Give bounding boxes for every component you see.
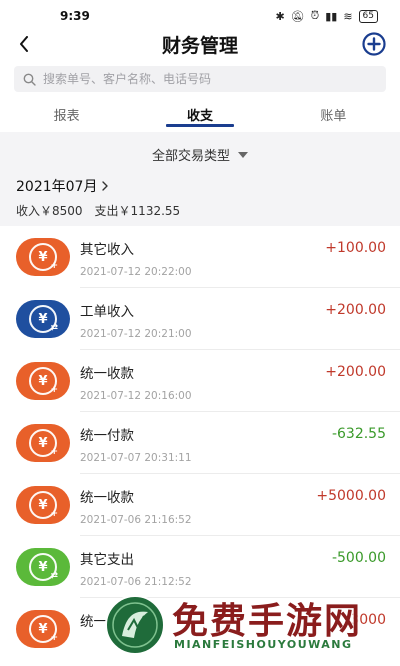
- transaction-list: ¥ + 其它收入 2021-07-12 20:22:00 +100.00 ¥ ⇄ 工…: [0, 226, 400, 660]
- wifi-icon: ≋: [343, 9, 353, 23]
- chevron-left-icon: [20, 36, 28, 52]
- list-item[interactable]: ¥ + 统一付款 2021-07-07 20:31:11 -632.55: [0, 412, 400, 474]
- battery-icon: 65: [358, 9, 378, 23]
- tab-income-expense[interactable]: 收支: [133, 96, 266, 132]
- chevron-right-icon: [102, 181, 109, 191]
- mute-icon: 🔕︎: [290, 9, 305, 23]
- status-icons: ✱ 🔕︎ ⏰︎ ▮▮ ≋ 65: [275, 9, 378, 23]
- page-title: 财务管理: [161, 34, 238, 57]
- search-icon: [23, 73, 36, 86]
- yen-plus-icon: ¥ +: [16, 238, 70, 276]
- transaction-time: 2021-07-12 20:16:00: [80, 389, 192, 402]
- yen-plus-icon: ¥ +: [16, 610, 70, 648]
- bluetooth-icon: ✱: [275, 9, 285, 23]
- transaction-time: 2021-07-12 20:21:00: [80, 327, 192, 340]
- transaction-time: 9:37: [120, 638, 144, 650]
- filter-section: 全部交易类型 2021年07月 收入￥8500 支出￥1132.55: [0, 132, 400, 226]
- list-item[interactable]: ¥ + 统一收款 2021-07-06 21:16:52 +5000.00: [0, 474, 400, 536]
- yen-exchange-icon: ¥ ⇄: [16, 300, 70, 338]
- list-item[interactable]: ¥ ⇄ 其它支出 2021-07-06 21:12:52 -500.00: [0, 536, 400, 598]
- add-button[interactable]: [362, 32, 386, 56]
- transaction-time: 2021-07-07 20:31:11: [80, 451, 192, 464]
- transaction-time: 2021-07-06 21:16:52: [80, 513, 192, 526]
- transaction-time: 2021-07-06 21:12:52: [80, 575, 192, 588]
- alarm-icon: ⏰︎: [310, 9, 320, 22]
- plus-circle-icon: [362, 32, 386, 56]
- yen-plus-icon: ¥ +: [16, 424, 70, 462]
- transaction-amount: -500.00: [331, 550, 386, 566]
- yen-exchange-icon: ¥ ⇄: [16, 548, 70, 586]
- transaction-type-label: 全部交易类型: [151, 148, 230, 164]
- list-item[interactable]: ¥ ⇄ 工单收入 2021-07-12 20:21:00 +200.00: [0, 288, 400, 350]
- transaction-amount: -632.55: [331, 426, 386, 442]
- tab-bar: 报表 收支 账单: [0, 96, 400, 132]
- caret-down-icon: [238, 152, 248, 158]
- search-input[interactable]: [43, 72, 363, 86]
- month-label: 2021年07月: [16, 179, 98, 195]
- yen-plus-icon: ¥ +: [16, 486, 70, 524]
- status-bar: 9:39 ✱ 🔕︎ ⏰︎ ▮▮ ≋ 65: [0, 0, 400, 32]
- transaction-amount: +200.00: [325, 364, 386, 380]
- back-button[interactable]: [14, 32, 34, 56]
- month-selector[interactable]: 2021年07月: [0, 176, 400, 196]
- search-bar: [14, 66, 386, 92]
- transaction-time: 2021-07-12 20:22:00: [80, 265, 192, 278]
- tab-report[interactable]: 报表: [0, 96, 133, 132]
- expense-total: 支出￥1132.55: [94, 204, 181, 218]
- signal-icon: ▮▮: [325, 9, 338, 23]
- list-item[interactable]: ¥ + 统一收款 2021-07-12 20:16:00 +200.00: [0, 350, 400, 412]
- list-item[interactable]: ¥ + 统一 9:37 3000: [0, 598, 400, 660]
- yen-plus-icon: ¥ +: [16, 362, 70, 400]
- month-summary: 收入￥8500 支出￥1132.55: [0, 202, 400, 219]
- status-time: 9:39: [60, 9, 90, 23]
- transaction-amount: +100.00: [325, 240, 386, 256]
- transaction-amount: +5000.00: [316, 488, 386, 504]
- transaction-amount: +200.00: [325, 302, 386, 318]
- tab-bill[interactable]: 账单: [267, 96, 400, 132]
- list-item[interactable]: ¥ + 其它收入 2021-07-12 20:22:00 +100.00: [0, 226, 400, 288]
- transaction-type-dropdown[interactable]: 全部交易类型: [0, 132, 400, 176]
- transaction-amount: 3000: [350, 612, 386, 628]
- nav-bar: 财务管理: [0, 32, 400, 57]
- income-total: 收入￥8500: [16, 204, 83, 218]
